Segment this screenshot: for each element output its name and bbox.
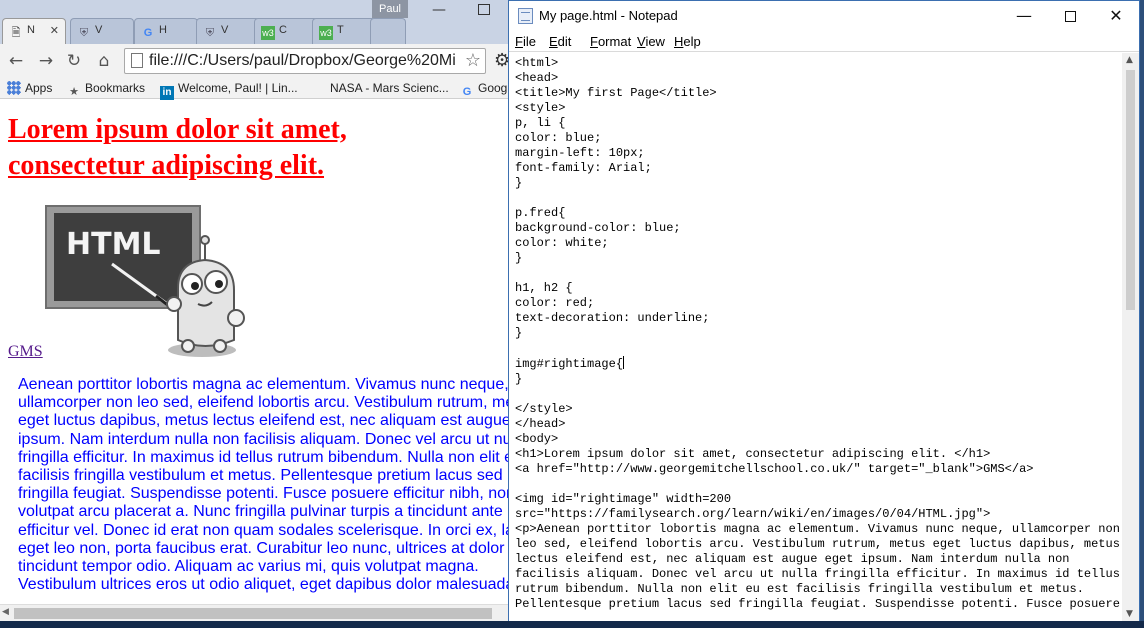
scroll-thumb[interactable]: [14, 608, 492, 619]
home-icon[interactable]: ⌂: [94, 51, 114, 71]
minimize-button[interactable]: —: [1001, 1, 1047, 32]
desktop-edge: [1140, 0, 1144, 628]
bookmark-label: Bookmarks: [85, 81, 146, 95]
shield-icon: ⛨: [205, 27, 215, 39]
maximize-button[interactable]: [1047, 1, 1093, 32]
horizontal-scrollbar[interactable]: ◀: [0, 604, 510, 621]
bookmark-label: Welcome, Paul! | Lin...: [178, 81, 298, 95]
nasa-icon: [312, 81, 326, 95]
bookmark-label: NASA - Mars Scienc...: [330, 81, 449, 95]
editor-text[interactable]: <html> <head> <title>My first Page</titl…: [515, 56, 1120, 612]
shield-icon: ⛨: [79, 27, 89, 39]
apps-icon: [7, 81, 21, 95]
browser-tab[interactable]: w3 T: [312, 18, 376, 44]
title-bar[interactable]: My page.html - Notepad — ✕: [509, 1, 1139, 32]
menu-format[interactable]: Format: [590, 34, 631, 49]
code-before-caret: <html> <head> <title>My first Page</titl…: [515, 56, 717, 371]
tab-label: V: [221, 24, 229, 36]
google-icon: G: [143, 27, 153, 39]
minimize-button[interactable]: —: [432, 3, 448, 17]
bookmark-folder[interactable]: ★ Bookmarks: [67, 80, 146, 98]
chalk-caption: HTML: [66, 227, 161, 262]
page-viewport[interactable]: Lorem ipsum dolor sit amet, consectetur …: [0, 100, 510, 604]
linkedin-icon: in: [160, 86, 174, 100]
w3-icon: w3: [319, 26, 333, 40]
taskbar: [0, 621, 1144, 628]
browser-window: Paul — 🗎 N ✕ ⛨ V GH ⛨ V w3 C w3 T ← → ↻ ⌂ fil…: [0, 0, 510, 628]
browser-tab[interactable]: ⛨ V: [70, 18, 134, 44]
html-robot-image: HTML: [45, 205, 245, 357]
notepad-icon: [518, 8, 533, 24]
close-tab-icon[interactable]: ✕: [50, 24, 59, 37]
scroll-thumb[interactable]: [1126, 70, 1135, 310]
bookmark-nasa[interactable]: NASA - Mars Scienc...: [312, 80, 449, 96]
browser-tab[interactable]: ⛨ V: [196, 18, 260, 44]
bookmarks-bar: Apps ★ Bookmarks in Welcome, Paul! | Lin..…: [0, 78, 510, 100]
bookmark-apps[interactable]: Apps: [7, 80, 52, 96]
tab-label: H: [159, 24, 167, 36]
reload-icon[interactable]: ↻: [64, 51, 84, 71]
bookmark-star-icon[interactable]: ☆: [465, 50, 481, 71]
address-bar[interactable]: file:///C:/Users/paul/Dropbox/George%20M…: [124, 48, 486, 74]
file-icon: [131, 53, 143, 68]
menu-bar: File Edit Format View Help: [509, 32, 1139, 52]
menu-edit[interactable]: Edit: [549, 34, 571, 49]
maximize-icon: [1064, 11, 1076, 22]
notepad-window: My page.html - Notepad — ✕ File Edit For…: [508, 0, 1140, 626]
bookmark-label: Goog: [478, 81, 508, 95]
browser-tab[interactable]: w3 C: [254, 18, 318, 44]
star-icon: ★: [69, 86, 79, 98]
scroll-down-icon[interactable]: ▼: [1126, 609, 1133, 619]
browser-toolbar: ← → ↻ ⌂ file:///C:/Users/paul/Dropbox/Ge…: [0, 44, 510, 78]
forward-icon[interactable]: →: [36, 51, 56, 71]
page-heading: Lorem ipsum dolor sit amet, consectetur …: [8, 114, 347, 181]
bookmark-linkedin[interactable]: in Welcome, Paul! | Lin...: [160, 80, 298, 100]
menu-help[interactable]: Help: [674, 34, 701, 49]
scroll-up-icon[interactable]: ▲: [1126, 55, 1133, 65]
back-icon[interactable]: ←: [6, 51, 26, 71]
window-title: My page.html - Notepad: [539, 8, 678, 23]
w3-icon: w3: [261, 26, 275, 40]
browser-tab[interactable]: GH: [134, 18, 198, 44]
tab-label: T: [337, 24, 344, 36]
body-paragraph: Aenean porttitor lobortis magna ac eleme…: [18, 376, 510, 594]
tab-label: N: [27, 24, 35, 36]
menu-file[interactable]: File: [515, 34, 536, 49]
maximize-button[interactable]: [478, 4, 490, 15]
tab-label: V: [95, 24, 103, 36]
bookmark-google[interactable]: G Goog: [460, 80, 508, 98]
profile-button[interactable]: Paul: [372, 0, 408, 18]
bookmark-label: Apps: [25, 81, 53, 95]
tab-strip: Paul — 🗎 N ✕ ⛨ V GH ⛨ V w3 C w3 T: [0, 0, 510, 44]
scroll-left-icon[interactable]: ◀: [2, 607, 9, 617]
tab-label: C: [279, 24, 287, 36]
close-button[interactable]: ✕: [1093, 1, 1139, 32]
page-icon: 🗎: [11, 27, 21, 39]
google-icon: G: [462, 86, 472, 98]
browser-tab[interactable]: 🗎 N ✕: [2, 18, 66, 44]
menu-view[interactable]: View: [637, 34, 665, 49]
address-text[interactable]: file:///C:/Users/paul/Dropbox/George%20M…: [149, 52, 456, 70]
new-tab-button[interactable]: [370, 18, 406, 44]
code-after-caret: } </style> </head> <body> <h1>Lorem ipsu…: [515, 372, 1120, 611]
text-caret: [623, 356, 625, 369]
vertical-scrollbar[interactable]: ▲ ▼: [1122, 53, 1139, 625]
text-editor[interactable]: <html> <head> <title>My first Page</titl…: [509, 53, 1123, 613]
gms-link[interactable]: GMS: [8, 343, 43, 361]
